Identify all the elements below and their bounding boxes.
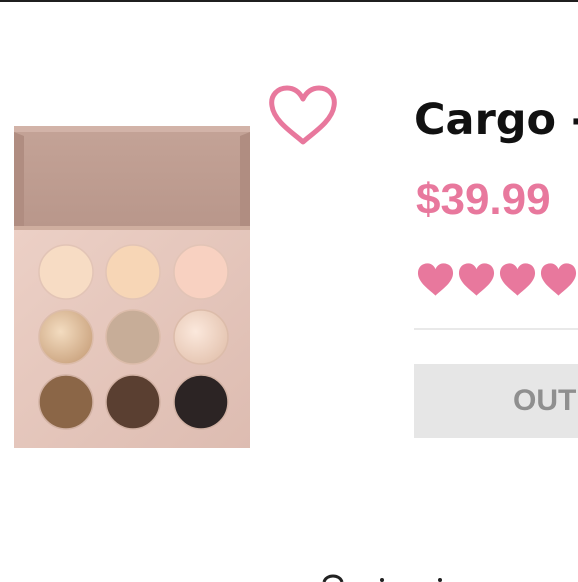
- heart-filled-icon: [539, 262, 578, 302]
- heart-filled-icon: [457, 262, 496, 302]
- product-price: $39.99: [416, 175, 551, 224]
- heart-filled-icon: [498, 262, 537, 302]
- shade-pan-3: [173, 244, 229, 300]
- product-title: Cargo -: [414, 95, 578, 145]
- palette-lid: [14, 126, 250, 234]
- shade-pan-1: [38, 244, 94, 300]
- product-image-eyeshadow-palette[interactable]: [12, 126, 252, 448]
- top-divider: [0, 0, 578, 2]
- shade-pan-7: [38, 374, 94, 430]
- heart-filled-icon: [416, 262, 455, 302]
- shade-pan-4: [38, 309, 94, 365]
- rating-hearts: [416, 262, 578, 302]
- shade-pan-2: [105, 244, 161, 300]
- shade-pan-9: [173, 374, 229, 430]
- out-of-stock-button[interactable]: OUT: [414, 364, 578, 438]
- heart-outline-icon: [269, 85, 337, 145]
- section-divider: [414, 328, 578, 330]
- shade-pan-6: [173, 309, 229, 365]
- shade-pan-5: [105, 309, 161, 365]
- eyeshadow-palette-illustration: [14, 126, 250, 448]
- wishlist-button[interactable]: [266, 84, 340, 148]
- shade-pan-8: [105, 374, 161, 430]
